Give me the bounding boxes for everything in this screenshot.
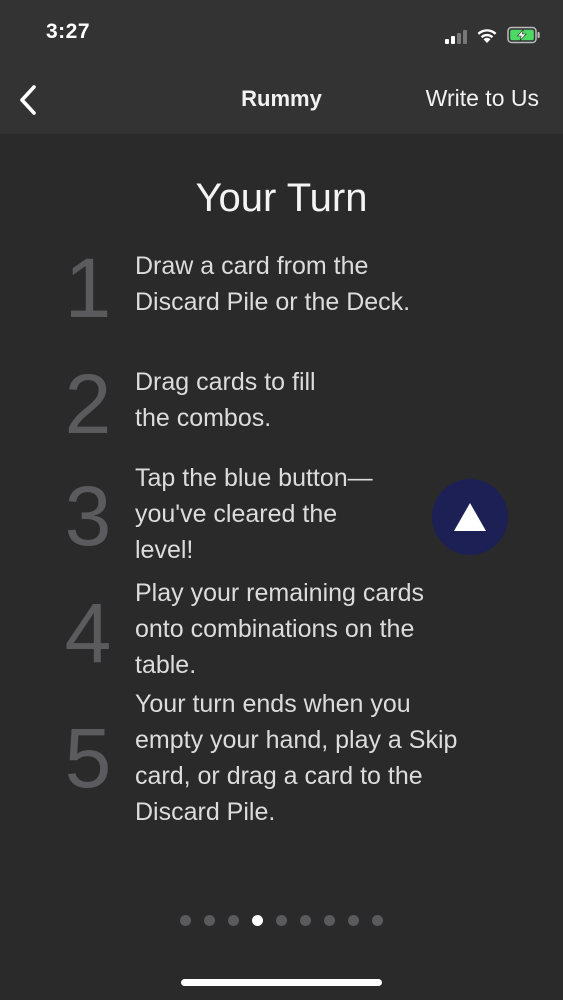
triangle-up-icon	[454, 503, 486, 531]
home-indicator[interactable]	[181, 979, 382, 986]
wifi-icon	[477, 29, 497, 43]
screen: 3:27 Rummy Write to Us Your Turn 1 Draw …	[0, 0, 563, 1000]
battery-charging-icon	[507, 26, 540, 44]
page-dot[interactable]	[300, 915, 311, 926]
page-dot[interactable]	[276, 915, 287, 926]
signal-icon	[445, 28, 467, 44]
nav-title-text: Rummy	[241, 86, 322, 111]
page-indicator	[0, 915, 563, 926]
step-text: Drag cards to fill the combos.	[135, 368, 316, 432]
status-time: 3:27	[46, 20, 91, 43]
status-icons	[445, 24, 541, 44]
page-dot[interactable]	[204, 915, 215, 926]
page-dot[interactable]	[348, 915, 359, 926]
status-bar: 3:27	[0, 0, 563, 68]
page-title: Your Turn	[195, 176, 368, 220]
step-text: Play your remaining cards onto combinati…	[135, 579, 425, 679]
page-dot[interactable]	[324, 915, 335, 926]
step-number: 1	[64, 241, 112, 335]
page-dot[interactable]	[228, 915, 239, 926]
page-dot[interactable]	[372, 915, 383, 926]
step-number: 3	[64, 469, 112, 563]
nav-bar: Rummy Write to Us	[0, 68, 563, 134]
step-text: Your turn ends when you empty your hand,…	[135, 690, 458, 826]
step-number: 5	[64, 711, 112, 805]
step-number: 4	[64, 586, 112, 680]
step-text: Tap the blue button— you've cleared the …	[135, 464, 373, 564]
blue-button[interactable]	[432, 479, 508, 555]
step-text: Draw a card from the Discard Pile or the…	[135, 252, 411, 316]
write-to-us-button[interactable]: Write to Us	[426, 85, 539, 112]
page-dot-active[interactable]	[252, 915, 263, 926]
step-number: 2	[64, 357, 112, 451]
page-dot[interactable]	[180, 915, 191, 926]
